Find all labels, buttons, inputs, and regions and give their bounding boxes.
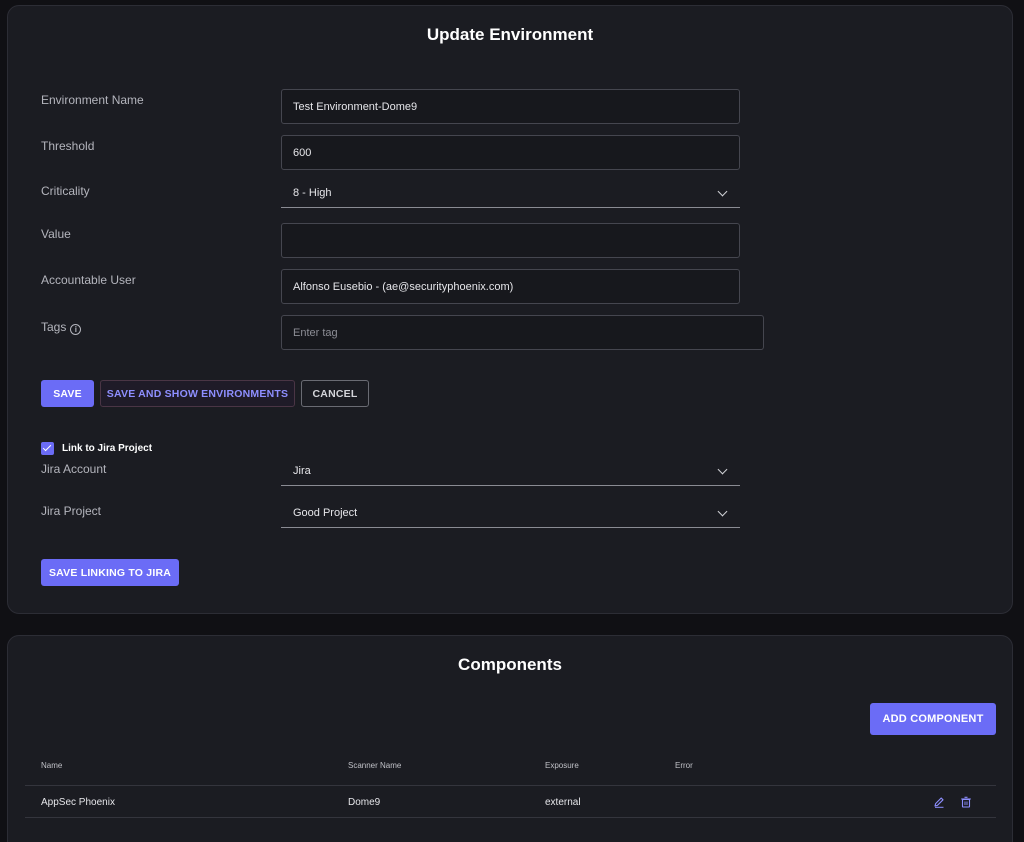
save-linking-to-jira-button[interactable]: SAVE LINKING TO JIRA bbox=[41, 559, 179, 586]
table-header-divider bbox=[25, 785, 996, 786]
components-title: Components bbox=[458, 655, 562, 674]
threshold-label: Threshold bbox=[41, 139, 95, 153]
edit-icon[interactable] bbox=[933, 796, 945, 808]
table-row-divider bbox=[25, 817, 996, 818]
column-header-error[interactable]: Error bbox=[675, 761, 693, 770]
update-environment-card: Update Environment Environment Name Test… bbox=[7, 5, 1013, 614]
tags-placeholder: Enter tag bbox=[293, 326, 338, 339]
cancel-button[interactable]: CANCEL bbox=[301, 380, 369, 407]
link-jira-checkbox[interactable] bbox=[41, 442, 54, 455]
column-header-scanner[interactable]: Scanner Name bbox=[348, 761, 401, 770]
jira-project-label: Jira Project bbox=[41, 504, 102, 518]
cell-scanner: Dome9 bbox=[348, 797, 381, 808]
environment-name-value: Test Environment-Dome9 bbox=[293, 100, 418, 113]
jira-project-value: Good Project bbox=[293, 507, 358, 519]
criticality-label: Criticality bbox=[41, 184, 90, 198]
tags-label: Tags i bbox=[41, 320, 82, 335]
chevron-down-icon bbox=[717, 464, 728, 474]
link-jira-label: Link to Jira Project bbox=[62, 443, 153, 454]
value-input[interactable] bbox=[281, 223, 740, 258]
cell-name: AppSec Phoenix bbox=[41, 797, 115, 808]
tags-input[interactable]: Enter tag bbox=[281, 315, 764, 350]
tags-label-text: Tags bbox=[41, 320, 67, 334]
components-card: Components ADD COMPONENT Name Scanner Na… bbox=[7, 635, 1013, 842]
column-header-name[interactable]: Name bbox=[41, 761, 62, 770]
value-label: Value bbox=[41, 227, 71, 241]
threshold-input[interactable]: 600 bbox=[281, 135, 740, 170]
chevron-down-icon bbox=[717, 186, 728, 196]
jira-account-value: Jira bbox=[293, 465, 311, 477]
add-component-button[interactable]: ADD COMPONENT bbox=[870, 703, 996, 735]
accountable-user-label: Accountable User bbox=[41, 273, 136, 287]
save-button[interactable]: SAVE bbox=[41, 380, 94, 407]
trash-icon[interactable] bbox=[960, 796, 972, 808]
column-header-exposure[interactable]: Exposure bbox=[545, 761, 579, 770]
page-title: Update Environment bbox=[426, 25, 594, 44]
accountable-user-input[interactable]: Alfonso Eusebio - (ae@securityphoenix.co… bbox=[281, 269, 740, 304]
criticality-value: 8 - High bbox=[293, 187, 332, 199]
criticality-select[interactable]: 8 - High bbox=[281, 179, 740, 208]
threshold-value: 600 bbox=[293, 146, 312, 159]
accountable-user-value: Alfonso Eusebio - (ae@securityphoenix.co… bbox=[293, 280, 514, 293]
environment-name-input[interactable]: Test Environment-Dome9 bbox=[281, 89, 740, 124]
cell-exposure: external bbox=[545, 797, 581, 808]
save-and-show-environments-button[interactable]: SAVE AND SHOW ENVIRONMENTS bbox=[100, 380, 295, 407]
jira-project-select[interactable]: Good Project bbox=[281, 499, 740, 528]
jira-account-label: Jira Account bbox=[41, 462, 107, 476]
jira-account-select[interactable]: Jira bbox=[281, 457, 740, 486]
info-icon[interactable]: i bbox=[70, 324, 82, 335]
environment-name-label: Environment Name bbox=[41, 93, 144, 107]
chevron-down-icon bbox=[717, 506, 728, 516]
